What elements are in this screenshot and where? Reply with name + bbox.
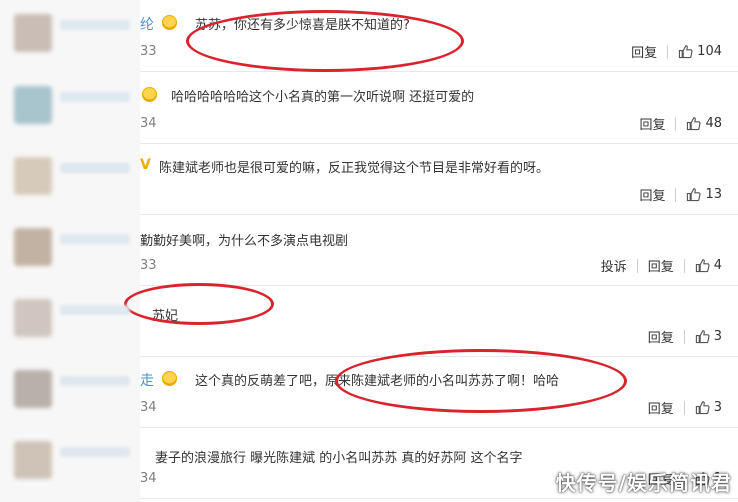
comment-actions: 投诉 回复 4 — [591, 256, 722, 275]
like-count: 3 — [713, 329, 722, 344]
thumbs-up-icon — [695, 401, 710, 415]
watermark: 快传号/娱乐简讯君 — [555, 471, 732, 495]
timestamp: 34 — [140, 400, 157, 415]
comment-text: 哈哈哈哈哈哈这个小名真的第一次听说啊 还挺可爱的 — [171, 90, 475, 105]
avatar[interactable] — [14, 228, 52, 266]
avatar[interactable] — [14, 157, 52, 195]
like-button[interactable]: 3 — [685, 329, 722, 344]
avatar[interactable] — [14, 86, 52, 124]
reply-button[interactable]: 回复 — [638, 398, 684, 417]
username-fragment[interactable]: V — [140, 157, 151, 173]
comment-row: 纶 苏苏，你还有多少惊喜是朕不知道的? 33 回复 104 — [140, 0, 738, 72]
timestamp: 33 — [140, 258, 157, 273]
like-count: 48 — [705, 116, 722, 131]
comment-actions: 回复 13 — [629, 185, 722, 204]
thumbs-up-icon — [695, 259, 710, 273]
like-button[interactable]: 3 — [685, 400, 722, 415]
reply-button[interactable]: 回复 — [638, 327, 684, 346]
username-blurred — [60, 447, 130, 457]
avatar[interactable] — [14, 370, 52, 408]
avatar[interactable] — [14, 299, 52, 337]
crown-badge-icon — [162, 15, 177, 30]
reply-button[interactable]: 回复 — [629, 114, 675, 133]
like-count: 3 — [713, 400, 722, 415]
comment-actions: 回复 48 — [629, 114, 722, 133]
comment-row: 勤勤好美啊，为什么不多演点电视剧 33 投诉 回复 4 — [140, 214, 738, 286]
crown-badge-icon — [142, 87, 157, 102]
timestamp: 33 — [140, 44, 157, 59]
username-fragment[interactable]: 纶 — [140, 14, 154, 34]
username-fragment[interactable]: 走 — [140, 370, 154, 390]
thumbs-up-icon — [695, 330, 710, 344]
comment-row: 走 这个真的反萌差了吧，原来陈建斌老师的小名叫苏苏了啊！哈哈 34 回复 3 — [140, 356, 738, 428]
comment-text: 妻子的浪漫旅行 曝光陈建斌 的小名叫苏苏 真的好苏阿 这个名字 — [155, 451, 523, 466]
thumbs-up-icon — [687, 117, 702, 131]
timestamp: 34 — [140, 471, 157, 486]
reply-button[interactable]: 回复 — [621, 42, 667, 61]
like-button[interactable]: 104 — [668, 44, 722, 59]
like-count: 4 — [713, 258, 722, 273]
comment-actions: 回复 3 — [638, 398, 722, 417]
comment-actions: 回复 3 — [638, 327, 722, 346]
comment-text: 陈建斌老师也是很可爱的嘛，反正我觉得这个节目是非常好看的呀。 — [159, 161, 550, 176]
username-blurred — [60, 20, 130, 30]
username-blurred — [60, 163, 130, 173]
reply-button[interactable]: 回复 — [629, 185, 675, 204]
avatar[interactable] — [14, 14, 52, 52]
like-button[interactable]: 13 — [676, 187, 722, 202]
thumbs-up-icon — [687, 188, 702, 202]
report-button[interactable]: 投诉 — [591, 256, 637, 275]
username-blurred — [60, 234, 130, 244]
timestamp: 34 — [140, 116, 157, 131]
comment-text: 勤勤好美啊，为什么不多演点电视剧 — [140, 234, 349, 249]
crown-badge-icon — [162, 371, 177, 386]
comment-row: 哈哈哈哈哈哈这个小名真的第一次听说啊 还挺可爱的 34 回复 48 — [140, 72, 738, 144]
comment-actions: 回复 104 — [621, 42, 722, 61]
like-count: 104 — [697, 44, 722, 59]
comment-row: V 陈建斌老师也是很可爱的嘛，反正我觉得这个节目是非常好看的呀。回复 13 — [140, 143, 738, 215]
comment-text: 这个真的反萌差了吧，原来陈建斌老师的小名叫苏苏了啊！哈哈 — [195, 374, 560, 389]
like-button[interactable]: 48 — [676, 116, 722, 131]
comment-text: 苏苏，你还有多少惊喜是朕不知道的? — [195, 18, 410, 33]
comment-row: 苏妃回复 3 — [140, 285, 738, 357]
username-blurred — [60, 376, 130, 386]
thumbs-up-icon — [679, 45, 693, 59]
avatar[interactable] — [14, 441, 52, 479]
like-count: 13 — [705, 187, 722, 202]
username-blurred — [60, 92, 130, 102]
comment-text: 苏妃 — [152, 309, 179, 324]
reply-button[interactable]: 回复 — [638, 256, 684, 275]
username-blurred — [60, 305, 130, 315]
like-button[interactable]: 4 — [685, 258, 722, 273]
